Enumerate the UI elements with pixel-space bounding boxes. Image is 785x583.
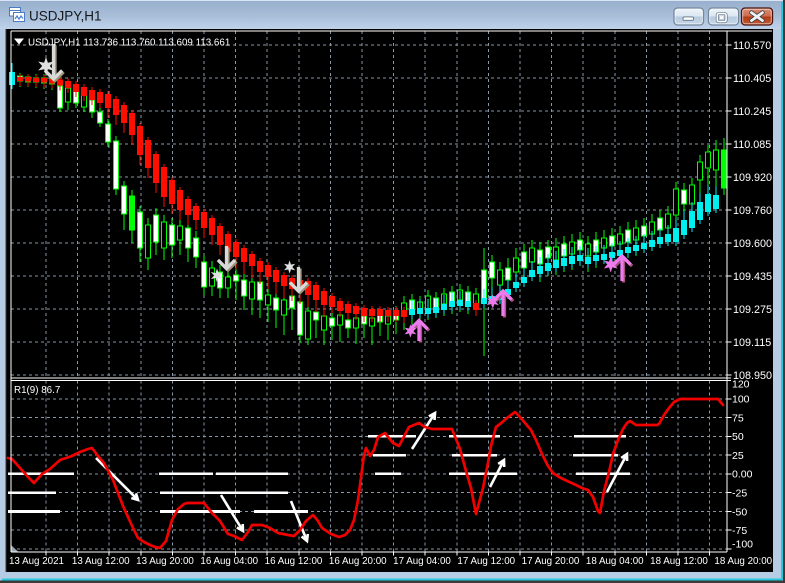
svg-text:109.275: 109.275: [733, 304, 772, 316]
svg-text:18 Aug 20:00: 18 Aug 20:00: [714, 556, 772, 567]
svg-text:-50: -50: [732, 506, 747, 518]
svg-text:16 Aug 12:00: 16 Aug 12:00: [265, 556, 323, 567]
svg-text:USDJPY,H1: USDJPY,H1: [29, 9, 102, 24]
svg-text:109.600: 109.600: [733, 238, 772, 250]
svg-text:13 Aug 2021: 13 Aug 2021: [9, 556, 64, 567]
svg-text:100: 100: [732, 394, 750, 406]
svg-text:25: 25: [732, 450, 744, 462]
svg-text:17 Aug 20:00: 17 Aug 20:00: [522, 556, 580, 567]
svg-text:R1(9) 86.7: R1(9) 86.7: [14, 385, 60, 396]
svg-text:120: 120: [732, 379, 750, 391]
svg-text:17 Aug 12:00: 17 Aug 12:00: [457, 556, 515, 567]
svg-text:110.405: 110.405: [733, 73, 771, 85]
svg-text:USDJPY,H1 113.736 113.760 113: USDJPY,H1 113.736 113.760 113.609 113.66…: [28, 38, 230, 49]
svg-text:110.085: 110.085: [733, 139, 771, 151]
svg-text:13 Aug 20:00: 13 Aug 20:00: [136, 556, 194, 567]
svg-text:109.435: 109.435: [733, 271, 772, 283]
svg-text:-100: -100: [732, 539, 753, 551]
svg-text:-25: -25: [732, 487, 747, 499]
svg-text:110.245: 110.245: [733, 106, 771, 118]
svg-text:109.760: 109.760: [733, 205, 772, 217]
svg-text:0.00: 0.00: [732, 469, 753, 481]
svg-text:16 Aug 04:00: 16 Aug 04:00: [200, 556, 258, 567]
svg-text:110.570: 110.570: [733, 40, 771, 52]
svg-text:16 Aug 20:00: 16 Aug 20:00: [329, 556, 387, 567]
svg-text:50: 50: [732, 431, 744, 443]
svg-text:109.115: 109.115: [733, 337, 771, 349]
svg-text:-75: -75: [732, 525, 747, 537]
svg-text:13 Aug 12:00: 13 Aug 12:00: [72, 556, 130, 567]
svg-text:18 Aug 12:00: 18 Aug 12:00: [650, 556, 708, 567]
svg-text:75: 75: [732, 412, 744, 424]
svg-text:109.920: 109.920: [733, 172, 772, 184]
svg-text:18 Aug 04:00: 18 Aug 04:00: [586, 556, 644, 567]
svg-text:17 Aug 04:00: 17 Aug 04:00: [393, 556, 451, 567]
